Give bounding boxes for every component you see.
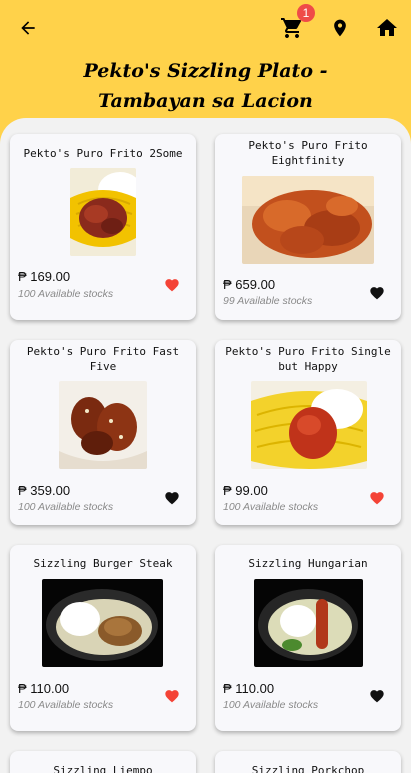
heart-icon[interactable] (164, 490, 180, 505)
back-button[interactable] (14, 14, 42, 42)
product-name: Pekto's Puro Frito 2Some (23, 147, 183, 160)
home-icon (377, 19, 397, 36)
product-card[interactable]: Sizzling Liempo (10, 751, 196, 773)
product-name: Sizzling Liempo (53, 764, 153, 773)
home-button[interactable] (373, 14, 401, 42)
product-image (251, 381, 367, 469)
product-name: Sizzling Burger Steak (33, 557, 173, 570)
heart-icon[interactable] (369, 490, 385, 505)
cart-count-badge: 1 (297, 4, 315, 22)
product-name: Sizzling Porkchop (251, 764, 365, 773)
product-image (254, 579, 363, 667)
product-image (242, 176, 374, 264)
product-card[interactable]: Sizzling Hungarian ₱ 110.00 100 Availabl… (215, 545, 401, 731)
product-price: ₱ 99.00 (223, 483, 268, 498)
product-price: ₱ 359.00 (18, 483, 71, 498)
product-price: ₱ 659.00 (223, 277, 276, 292)
product-stock: 99 Available stocks (223, 295, 313, 307)
location-button[interactable] (326, 14, 354, 42)
title-line-1: Pekto's Sizzling Plato - (83, 60, 328, 82)
product-image (70, 168, 136, 256)
product-card[interactable]: Pekto's Puro Frito Single but Happy ₱ 99… (215, 340, 401, 525)
product-image (59, 381, 147, 469)
top-app-bar: 1 (0, 0, 411, 56)
product-card[interactable]: Pekto's Puro Frito Eightfinity ₱ 659.00 … (215, 134, 401, 320)
product-card[interactable]: Sizzling Burger Steak ₱ 110.00 100 Avail… (10, 545, 196, 731)
product-name: Sizzling Hungarian (248, 557, 368, 570)
product-name: Pekto's Puro Frito Single but Happy (225, 345, 391, 373)
product-stock: 100 Available stocks (18, 501, 114, 513)
product-card[interactable]: Pekto's Puro Frito Fast Five ₱ 359.00 10… (10, 340, 196, 525)
product-card[interactable]: Pekto's Puro Frito 2Some ₱ 169.00 100 Av… (10, 134, 196, 320)
product-stock: 100 Available stocks (18, 699, 114, 711)
arrow-back-icon (21, 21, 35, 35)
product-stock: 100 Available stocks (18, 288, 114, 300)
product-price: ₱ 110.00 (223, 681, 275, 696)
heart-icon[interactable] (369, 688, 385, 703)
product-card[interactable]: Sizzling Porkchop (215, 751, 401, 773)
title-line-2: Tambayan sa Lacion (98, 90, 313, 112)
product-price: ₱ 169.00 (18, 269, 71, 284)
product-stock: 100 Available stocks (223, 501, 319, 513)
heart-icon[interactable] (369, 285, 385, 300)
product-price: ₱ 110.00 (18, 681, 70, 696)
heart-icon[interactable] (164, 688, 180, 703)
product-stock: 100 Available stocks (223, 699, 319, 711)
heart-icon[interactable] (164, 277, 180, 292)
product-image (42, 579, 163, 667)
restaurant-title: Pekto's Sizzling Plato - Tambayan sa Lac… (0, 56, 411, 116)
product-name: Pekto's Puro Frito Fast Five (26, 345, 180, 373)
product-name: Pekto's Puro Frito Eightfinity (248, 139, 368, 167)
location-pin-icon (334, 19, 346, 37)
